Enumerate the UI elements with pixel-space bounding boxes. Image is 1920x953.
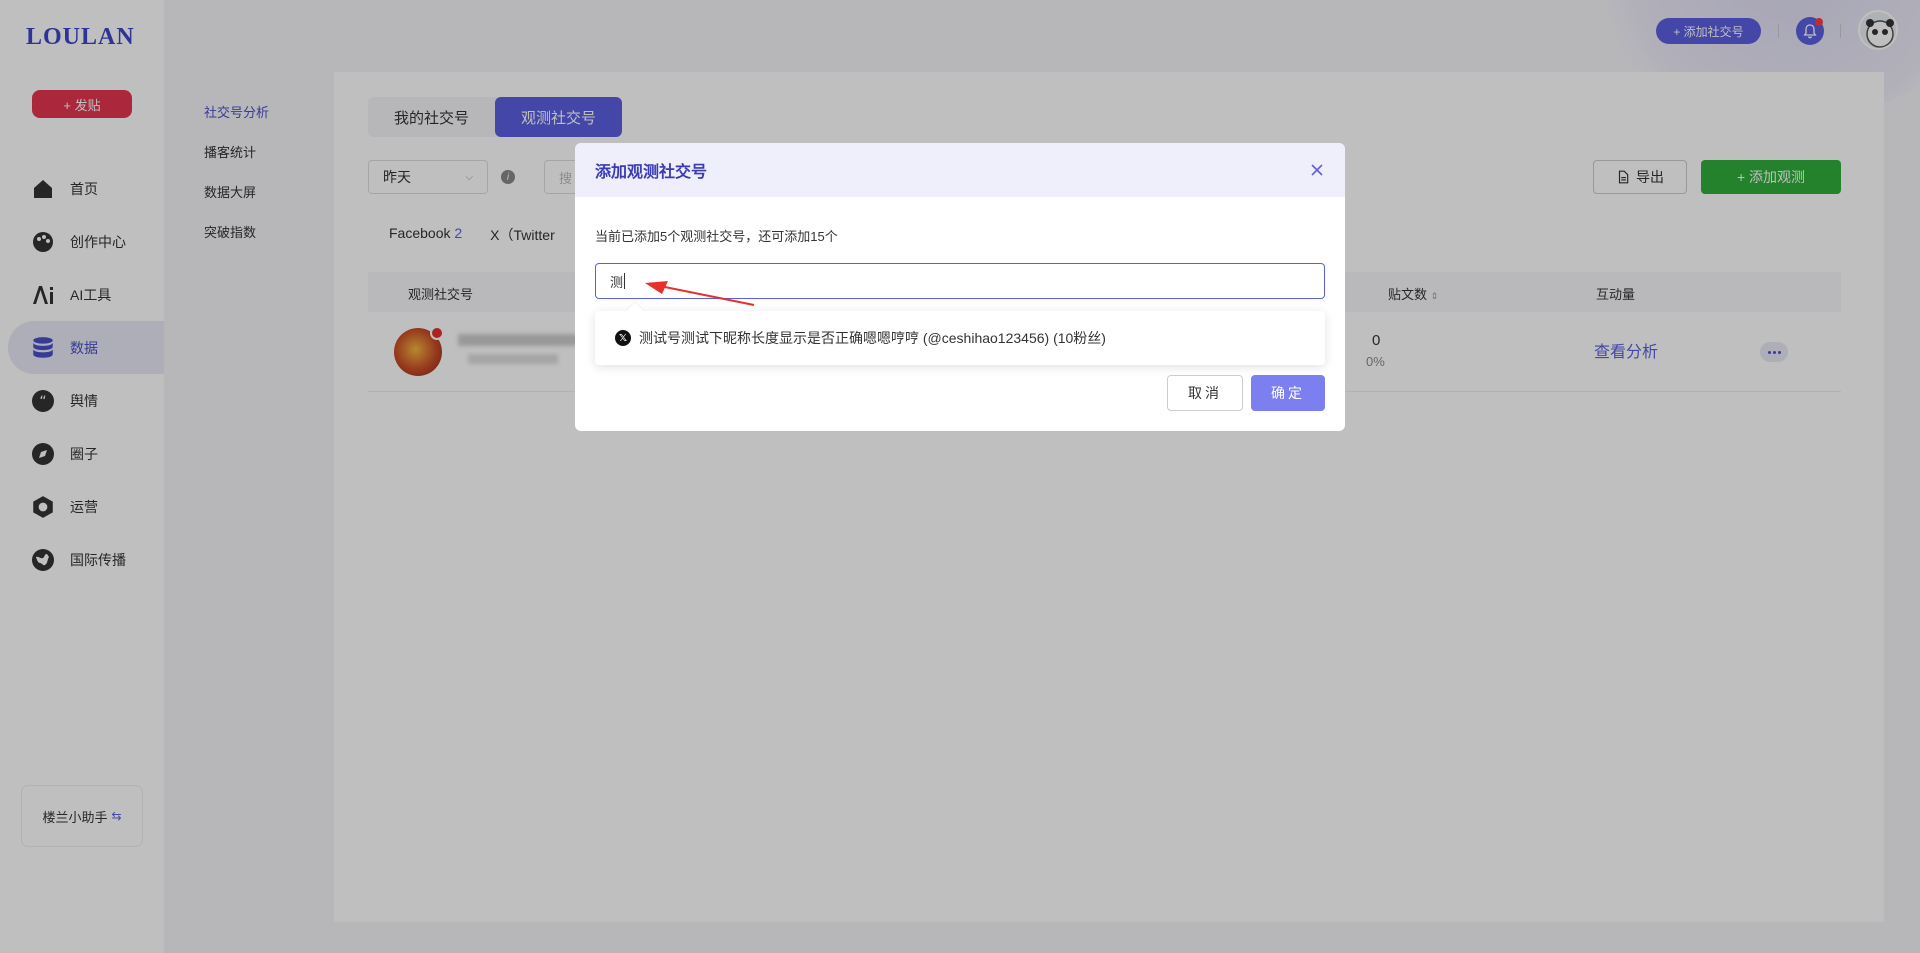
account-search-input[interactable]: 测	[595, 263, 1325, 299]
close-icon	[1311, 164, 1323, 176]
x-logo-icon: 𝕏	[615, 330, 631, 346]
quota-note: 当前已添加5个观测社交号，还可添加15个	[595, 229, 838, 244]
cancel-button[interactable]: 取消	[1167, 375, 1243, 411]
modal-title: 添加观测社交号	[595, 164, 708, 181]
account-search-value: 测	[610, 274, 624, 290]
text-caret	[624, 273, 626, 289]
dropdown-pointer	[626, 302, 644, 320]
close-button[interactable]	[1307, 160, 1327, 180]
suggestion-dropdown: 𝕏 测试号测试下昵称长度显示是否正确嗯嗯哼哼 (@ceshihao123456)…	[595, 302, 1325, 365]
confirm-button[interactable]: 确定	[1251, 375, 1325, 411]
suggestion-item[interactable]: 测试号测试下昵称长度显示是否正确嗯嗯哼哼 (@ceshihao123456) (…	[639, 328, 1106, 348]
modal-header: 添加观测社交号	[575, 143, 1345, 197]
add-watch-modal: 添加观测社交号 当前已添加5个观测社交号，还可添加15个 测 𝕏 测试号测试下昵…	[575, 143, 1345, 431]
